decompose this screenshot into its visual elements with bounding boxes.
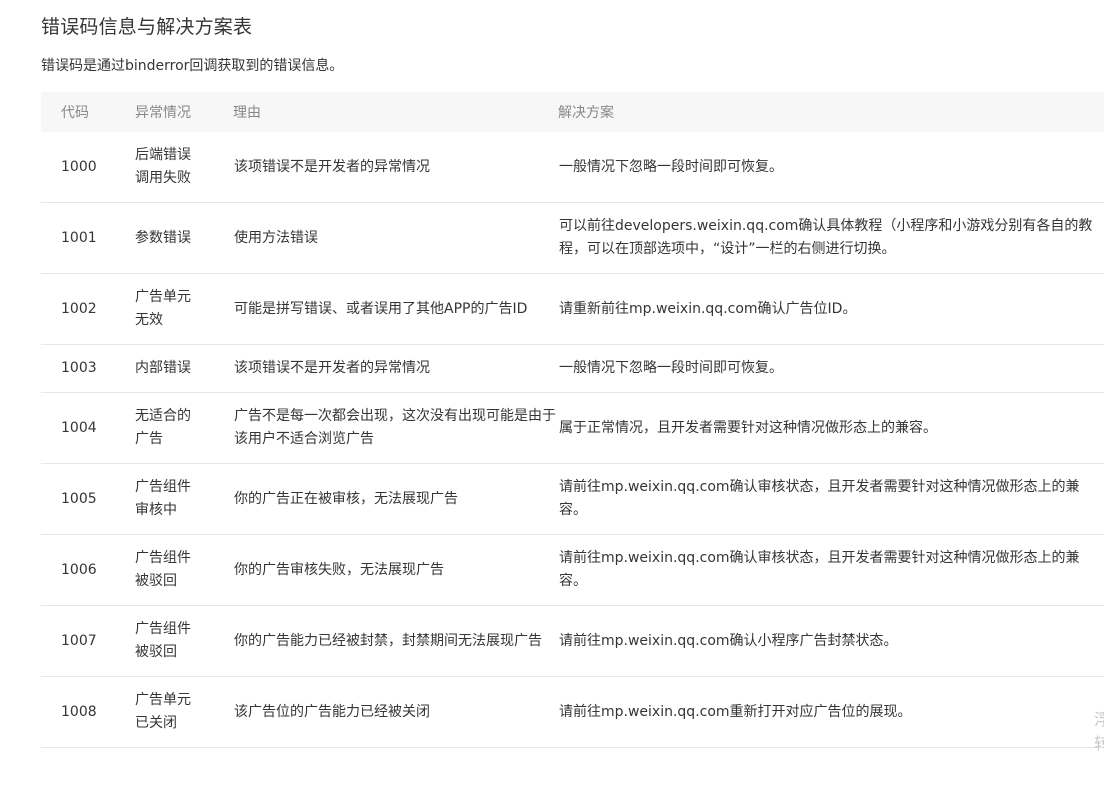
header-reason: 理由 — [233, 92, 558, 132]
cell-code: 1006 — [41, 534, 135, 606]
cell-code: 1005 — [41, 463, 135, 535]
cell-code: 1003 — [41, 344, 135, 393]
cell-reason: 广告不是每一次都会出现，这次没有出现可能是由于该用户不适合浏览广告 — [233, 392, 558, 464]
table-row: 1004 无适合的 广告 广告不是每一次都会出现，这次没有出现可能是由于该用户不适合浏… — [41, 392, 1104, 464]
table-row: 1001 参数错误 使用方法错误 可以前往developers.weixin.qq.c… — [41, 202, 1104, 274]
cell-solution: 请前往mp.weixin.qq.com确认审核状态，且开发者需要针对这种情况做形… — [558, 463, 1104, 535]
cell-code: 1007 — [41, 605, 135, 677]
cell-code: 1002 — [41, 273, 135, 345]
error-code-table: 代码 异常情况 理由 解决方案 1000 后端错误 调用失败 该项错误不是开发者的异常… — [41, 92, 1104, 748]
header-solution: 解决方案 — [558, 92, 1104, 132]
cell-solution: 请前往mp.weixin.qq.com确认小程序广告封禁状态。 — [558, 605, 1104, 677]
cell-reason: 该项错误不是开发者的异常情况 — [233, 132, 558, 203]
edge-floating-text-1: 浮 — [1093, 710, 1104, 729]
cell-situation: 广告组件 被驳回 — [135, 534, 233, 606]
cell-code: 1004 — [41, 392, 135, 464]
cell-situation: 广告组件 被驳回 — [135, 605, 233, 677]
cell-situation: 内部错误 — [135, 344, 233, 393]
table-header-row: 代码 异常情况 理由 解决方案 — [41, 92, 1104, 132]
header-situation: 异常情况 — [135, 92, 233, 132]
cell-code: 1001 — [41, 202, 135, 274]
cell-reason: 使用方法错误 — [233, 202, 558, 274]
cell-reason: 你的广告正在被审核，无法展现广告 — [233, 463, 558, 535]
table-row: 1002 广告单元 无效 可能是拼写错误、或者误用了其他APP的广告ID 请重新前往mp… — [41, 273, 1104, 345]
cell-solution: 属于正常情况，且开发者需要针对这种情况做形态上的兼容。 — [558, 392, 1104, 464]
table-body: 1000 后端错误 调用失败 该项错误不是开发者的异常情况 一般情况下忽略一段时间即可恢… — [41, 132, 1104, 748]
edge-floating-text-2: 转 — [1093, 734, 1104, 753]
cell-situation: 无适合的 广告 — [135, 392, 233, 464]
cell-reason: 你的广告能力已经被封禁，封禁期间无法展现广告 — [233, 605, 558, 677]
cell-solution: 一般情况下忽略一段时间即可恢复。 — [558, 132, 1104, 203]
header-code: 代码 — [41, 92, 135, 132]
cell-code: 1008 — [41, 676, 135, 748]
table-row: 1005 广告组件 审核中 你的广告正在被审核，无法展现广告 请前往mp.weixin.… — [41, 463, 1104, 535]
cell-situation: 广告组件 审核中 — [135, 463, 233, 535]
cell-solution: 请重新前往mp.weixin.qq.com确认广告位ID。 — [558, 273, 1104, 345]
cell-situation: 后端错误 调用失败 — [135, 132, 233, 203]
table-row: 1008 广告单元 已关闭 该广告位的广告能力已经被关闭 请前往mp.weixin.qq… — [41, 676, 1104, 748]
page: 错误码信息与解决方案表 错误码是通过binderror回调获取到的错误信息。 代… — [0, 0, 1104, 786]
cell-situation: 广告单元 无效 — [135, 273, 233, 345]
cell-situation: 参数错误 — [135, 202, 233, 274]
cell-reason: 该广告位的广告能力已经被关闭 — [233, 676, 558, 748]
page-title: 错误码信息与解决方案表 — [41, 16, 253, 38]
table-row: 1000 后端错误 调用失败 该项错误不是开发者的异常情况 一般情况下忽略一段时间即可恢… — [41, 132, 1104, 203]
page-description: 错误码是通过binderror回调获取到的错误信息。 — [41, 58, 344, 74]
cell-code: 1000 — [41, 132, 135, 203]
cell-solution: 一般情况下忽略一段时间即可恢复。 — [558, 344, 1104, 393]
cell-solution: 可以前往developers.weixin.qq.com确认具体教程（小程序和小… — [558, 202, 1104, 274]
cell-reason: 你的广告审核失败，无法展现广告 — [233, 534, 558, 606]
table-row: 1007 广告组件 被驳回 你的广告能力已经被封禁，封禁期间无法展现广告 请前往mp.w… — [41, 605, 1104, 677]
table-row: 1006 广告组件 被驳回 你的广告审核失败，无法展现广告 请前往mp.weixin.q… — [41, 534, 1104, 606]
cell-reason: 该项错误不是开发者的异常情况 — [233, 344, 558, 393]
cell-reason: 可能是拼写错误、或者误用了其他APP的广告ID — [233, 273, 558, 345]
table-header: 代码 异常情况 理由 解决方案 — [41, 92, 1104, 132]
cell-situation: 广告单元 已关闭 — [135, 676, 233, 748]
cell-solution: 请前往mp.weixin.qq.com重新打开对应广告位的展现。 — [558, 676, 1104, 748]
cell-solution: 请前往mp.weixin.qq.com确认审核状态，且开发者需要针对这种情况做形… — [558, 534, 1104, 606]
table-row: 1003 内部错误 该项错误不是开发者的异常情况 一般情况下忽略一段时间即可恢复。 — [41, 344, 1104, 393]
